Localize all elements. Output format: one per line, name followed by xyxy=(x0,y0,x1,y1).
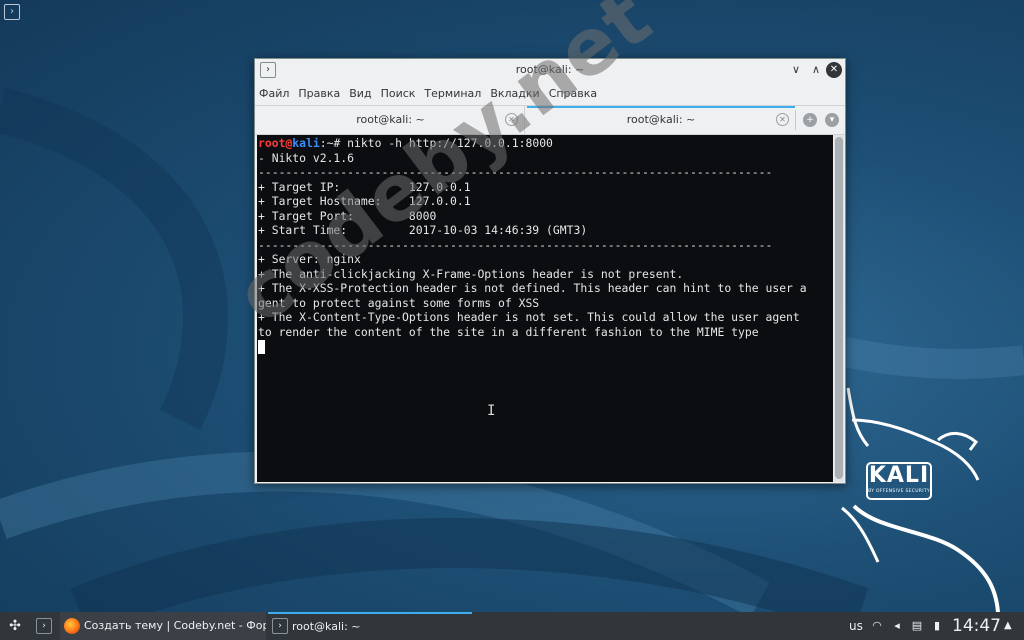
kali-badge: KALI BY OFFENSIVE SECURITY xyxy=(866,462,932,500)
output-line: + Server: nginx xyxy=(258,252,361,266)
tab-separator xyxy=(795,110,796,130)
output-line: ----------------------------------------… xyxy=(258,165,773,179)
kali-tagline: BY OFFENSIVE SECURITY xyxy=(868,489,930,494)
close-icon[interactable]: ✕ xyxy=(826,62,842,78)
tab-bar: root@kali: ~ ✕ root@kali: ~ ✕ + ▾ xyxy=(255,105,845,135)
desktop-toolbox-icon[interactable]: › xyxy=(4,4,20,20)
task-firefox[interactable]: Создать тему | Codeby.net - Фор... xyxy=(60,612,266,640)
prompt-user: root@kali xyxy=(258,136,320,150)
prompt-rest: :~# xyxy=(319,136,348,150)
tab-1[interactable]: root@kali: ~ ✕ xyxy=(257,106,525,135)
taskbar: ✣ › Создать тему | Codeby.net - Фор... ›… xyxy=(0,612,1024,640)
output-line: + Target IP: 127.0.0.1 xyxy=(258,179,471,194)
task-terminal[interactable]: › root@kali: ~ xyxy=(268,612,472,640)
output-line: gent to protect against some forms of XS… xyxy=(258,295,540,310)
terminal-cursor xyxy=(258,339,265,354)
window-titlebar[interactable]: › root@kali: ~ ∨ ∧ ✕ xyxy=(255,59,845,81)
tab-2-label: root@kali: ~ xyxy=(626,113,696,126)
command: nikto -h http://127.0.0.1:8000 xyxy=(347,136,553,150)
terminal-output[interactable]: root@kali:~# nikto -h http://127.0.0.1:8… xyxy=(257,135,833,482)
menu-tabs[interactable]: Вкладки xyxy=(490,87,539,100)
output-line: + Start Time: 2017-10-03 14:46:39 (GMT3) xyxy=(258,223,588,237)
scroll-thumb[interactable] xyxy=(835,137,843,479)
text-cursor-icon: I xyxy=(487,403,496,419)
volume-icon[interactable]: ◂ xyxy=(890,619,904,633)
terminal-icon: › xyxy=(272,618,288,634)
output-line: + The anti-clickjacking X-Frame-Options … xyxy=(258,266,684,281)
task-firefox-label: Создать тему | Codeby.net - Фор... xyxy=(84,619,266,632)
output-line: + The X-XSS-Protection header is not def… xyxy=(258,281,807,295)
task-terminal-label: root@kali: ~ xyxy=(292,620,361,633)
tab-close-icon[interactable]: ✕ xyxy=(505,113,518,126)
output-line: - Nikto v2.1.6 xyxy=(258,150,355,165)
terminal-scrollbar[interactable] xyxy=(834,135,844,482)
menu-file[interactable]: Файл xyxy=(259,87,289,100)
menu-terminal[interactable]: Терминал xyxy=(424,87,481,100)
terminal-window[interactable]: › root@kali: ~ ∨ ∧ ✕ Файл Правка Вид Пои… xyxy=(254,58,846,484)
output-line: ----------------------------------------… xyxy=(258,237,773,252)
menu-search[interactable]: Поиск xyxy=(381,87,416,100)
clock[interactable]: 14:47 xyxy=(952,612,1001,640)
menubar: Файл Правка Вид Поиск Терминал Вкладки С… xyxy=(255,81,845,105)
keyboard-layout[interactable]: us xyxy=(849,612,863,640)
clipboard-icon[interactable]: ▤ xyxy=(910,619,924,633)
menu-view[interactable]: Вид xyxy=(349,87,371,100)
terminal-launcher-icon[interactable]: › xyxy=(36,618,52,634)
minimize-icon[interactable]: ∨ xyxy=(788,62,804,78)
menu-help[interactable]: Справка xyxy=(549,87,597,100)
firefox-icon xyxy=(64,618,80,634)
wifi-icon[interactable]: ◠ xyxy=(870,619,884,633)
battery-icon[interactable]: ▮ xyxy=(930,619,944,633)
new-tab-icon[interactable]: + xyxy=(803,113,817,127)
output-line: + Target Hostname: 127.0.0.1 xyxy=(258,194,471,208)
kali-name: KALI xyxy=(868,463,930,488)
menu-edit[interactable]: Правка xyxy=(298,87,340,100)
application-launcher-icon[interactable]: ✣ xyxy=(6,617,24,635)
maximize-icon[interactable]: ∧ xyxy=(808,62,824,78)
tray-expand-icon[interactable]: ▲ xyxy=(1004,620,1012,631)
tab-2-active[interactable]: root@kali: ~ ✕ xyxy=(527,106,795,135)
output-line: + The X-Content-Type-Options header is n… xyxy=(258,310,800,324)
tab-1-label: root@kali: ~ xyxy=(356,113,425,126)
tab-menu-chevron-icon[interactable]: ▾ xyxy=(825,113,839,127)
window-title: root@kali: ~ xyxy=(515,63,585,76)
output-line: to render the content of the site in a d… xyxy=(258,324,759,339)
tab-close-icon[interactable]: ✕ xyxy=(776,113,789,126)
output-line: + Target Port: 8000 xyxy=(258,208,437,223)
